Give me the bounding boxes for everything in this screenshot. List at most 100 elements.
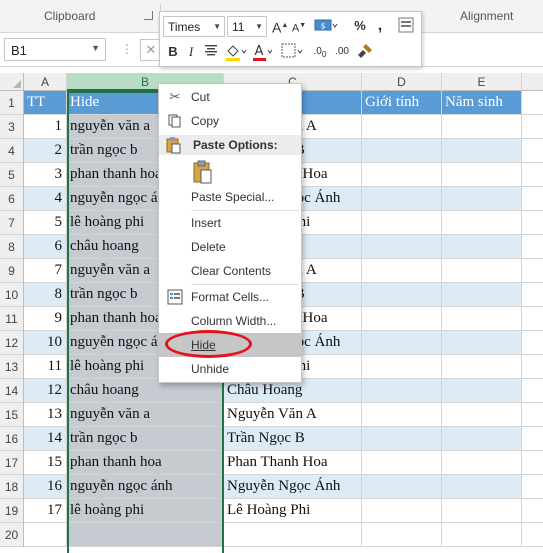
cell[interactable] <box>522 235 543 259</box>
cell-nam-sinh[interactable] <box>442 283 522 307</box>
format-painter-icon[interactable] <box>396 16 416 36</box>
cell-nam-sinh[interactable] <box>442 379 522 403</box>
row-header[interactable]: 16 <box>0 427 24 451</box>
cell-tt[interactable]: 7 <box>24 259 67 283</box>
cell[interactable] <box>522 499 543 523</box>
cell-tt[interactable]: 2 <box>24 139 67 163</box>
cell[interactable] <box>522 451 543 475</box>
row-header[interactable]: 13 <box>0 355 24 379</box>
row-header[interactable]: 18 <box>0 475 24 499</box>
cell-nam-sinh[interactable] <box>442 355 522 379</box>
cell-tt[interactable]: 16 <box>24 475 67 499</box>
header-cell-nam-sinh[interactable]: Năm sinh <box>442 91 522 115</box>
cell-nam-sinh[interactable] <box>442 523 522 547</box>
paste-clipboard-icon[interactable] <box>193 160 213 184</box>
cell-name[interactable]: Nguyễn Ngọc Ánh <box>224 475 362 499</box>
menu-item-paste-special[interactable]: Paste Special... <box>159 185 301 209</box>
cell[interactable] <box>522 115 543 139</box>
decrease-decimal-icon[interactable]: .00 <box>332 42 352 62</box>
column-header-e[interactable]: E <box>442 73 522 91</box>
cell-tt[interactable]: 13 <box>24 403 67 427</box>
row-header[interactable]: 1 <box>0 91 24 115</box>
menu-item-cut[interactable]: ✂ Cut <box>159 85 301 109</box>
font-size-select[interactable]: 11 ▼ <box>227 16 267 37</box>
column-header-a[interactable]: A <box>24 73 67 91</box>
comma-style-button[interactable]: , <box>374 16 386 36</box>
cell-hide[interactable] <box>67 523 224 547</box>
row-header[interactable]: 19 <box>0 499 24 523</box>
cell-tt[interactable]: 11 <box>24 355 67 379</box>
accounting-format-icon[interactable]: $ <box>313 16 339 36</box>
center-align-icon[interactable] <box>202 42 220 62</box>
cell-nam-sinh[interactable] <box>442 235 522 259</box>
row-header[interactable]: 11 <box>0 307 24 331</box>
cell[interactable] <box>522 355 543 379</box>
column-header-f[interactable] <box>522 73 543 91</box>
cell-tt[interactable]: 10 <box>24 331 67 355</box>
cell-nam-sinh[interactable] <box>442 211 522 235</box>
cell-gioi-tinh[interactable] <box>362 307 442 331</box>
percent-button[interactable]: % <box>352 16 368 36</box>
cell[interactable] <box>522 211 543 235</box>
format-painter-brush-icon[interactable] <box>356 42 374 62</box>
menu-item-format-cells[interactable]: Format Cells... <box>159 285 301 309</box>
grow-font-icon[interactable]: A▲ <box>272 16 288 36</box>
cell-tt[interactable]: 1 <box>24 115 67 139</box>
row-header[interactable]: 10 <box>0 283 24 307</box>
cell-gioi-tinh[interactable] <box>362 163 442 187</box>
cell-nam-sinh[interactable] <box>442 475 522 499</box>
cell-name[interactable]: Lê Hoàng Phi <box>224 499 362 523</box>
cell-gioi-tinh[interactable] <box>362 211 442 235</box>
cell[interactable] <box>522 283 543 307</box>
cell[interactable] <box>522 475 543 499</box>
cell[interactable] <box>522 187 543 211</box>
cell-gioi-tinh[interactable] <box>362 235 442 259</box>
cell-name[interactable] <box>224 523 362 547</box>
cell[interactable] <box>522 523 543 547</box>
cell-nam-sinh[interactable] <box>442 499 522 523</box>
menu-item-insert[interactable]: Insert <box>159 211 301 235</box>
cell[interactable] <box>522 307 543 331</box>
name-box[interactable]: B1 ▼ <box>4 38 106 61</box>
cell-nam-sinh[interactable] <box>442 115 522 139</box>
cell-tt[interactable]: 6 <box>24 235 67 259</box>
cell-gioi-tinh[interactable] <box>362 283 442 307</box>
cell-tt[interactable]: 5 <box>24 211 67 235</box>
menu-item-copy[interactable]: Copy <box>159 109 301 133</box>
row-header[interactable]: 3 <box>0 115 24 139</box>
menu-item-clear-contents[interactable]: Clear Contents <box>159 259 301 283</box>
cell-hide[interactable]: lê hoàng phi <box>67 499 224 523</box>
increase-decimal-icon[interactable]: .00 <box>310 42 330 62</box>
row-header[interactable]: 6 <box>0 187 24 211</box>
cell-tt[interactable]: 15 <box>24 451 67 475</box>
chevron-down-icon[interactable]: ▼ <box>213 22 221 31</box>
row-header[interactable]: 14 <box>0 379 24 403</box>
fill-color-icon[interactable] <box>224 42 248 62</box>
cell-gioi-tinh[interactable] <box>362 139 442 163</box>
menu-item-hide[interactable]: Hide <box>159 333 301 357</box>
cell[interactable] <box>522 139 543 163</box>
cell-tt[interactable]: 12 <box>24 379 67 403</box>
row-header[interactable]: 4 <box>0 139 24 163</box>
row-header[interactable]: 7 <box>0 211 24 235</box>
menu-item-delete[interactable]: Delete <box>159 235 301 259</box>
cell-gioi-tinh[interactable] <box>362 187 442 211</box>
cell-gioi-tinh[interactable] <box>362 499 442 523</box>
cell-tt[interactable]: 4 <box>24 187 67 211</box>
cell-gioi-tinh[interactable] <box>362 331 442 355</box>
cell[interactable] <box>522 403 543 427</box>
cell-nam-sinh[interactable] <box>442 139 522 163</box>
font-name-select[interactable]: Times ▼ <box>163 16 225 37</box>
column-header-d[interactable]: D <box>362 73 442 91</box>
cell-gioi-tinh[interactable] <box>362 427 442 451</box>
cell[interactable] <box>522 91 543 115</box>
cell-nam-sinh[interactable] <box>442 451 522 475</box>
shrink-font-icon[interactable]: A▼ <box>291 16 307 36</box>
cell-tt[interactable]: 17 <box>24 499 67 523</box>
cell-name[interactable]: Nguyễn Văn A <box>224 403 362 427</box>
cell-gioi-tinh[interactable] <box>362 355 442 379</box>
font-color-icon[interactable]: A <box>252 42 274 62</box>
chevron-down-icon[interactable]: ▼ <box>255 22 263 31</box>
row-header[interactable]: 17 <box>0 451 24 475</box>
cell-name[interactable]: Phan Thanh Hoa <box>224 451 362 475</box>
